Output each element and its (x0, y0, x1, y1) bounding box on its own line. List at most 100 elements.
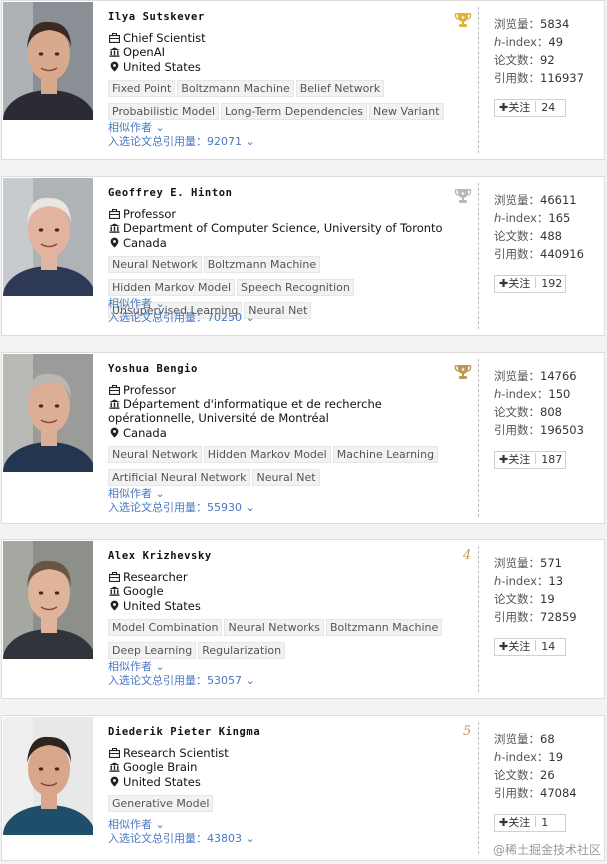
interest-tag[interactable]: Neural Net (252, 469, 320, 486)
scholar-stats: 浏览量：46611 h-index：165 论文数：488 引用数：440916 (494, 191, 584, 263)
scholar-location: United States (123, 599, 201, 613)
scholar-location-row: United States (108, 599, 201, 613)
plus-icon: ✚ (499, 101, 509, 114)
selected-citations-link[interactable]: 入选论文总引用量：70250 ⌄ (108, 309, 255, 325)
scholar-title-row: Researcher (108, 570, 188, 584)
stat-papers: 论文数：92 (494, 53, 555, 67)
plus-icon: ✚ (499, 640, 509, 653)
briefcase-icon (108, 748, 120, 760)
scholar-name[interactable]: Alex Krizhevsky (108, 550, 212, 562)
plus-icon: ✚ (499, 277, 509, 290)
svg-text:★: ★ (461, 191, 466, 197)
interest-tag[interactable]: Neural Networks (224, 619, 324, 636)
interest-tag[interactable]: Long-Term Dependencies (221, 103, 368, 120)
avatar[interactable] (3, 541, 93, 659)
scholar-card: Ilya Sutskever Chief Scientist OpenAI Un… (1, 0, 605, 160)
interest-tag[interactable]: Machine Learning (332, 446, 439, 463)
follow-button[interactable]: ✚关注 14 (494, 638, 566, 656)
scholar-card: Alex Krizhevsky Researcher Google United… (1, 539, 605, 699)
interest-tag[interactable]: Hidden Markov Model (108, 279, 236, 296)
interest-tag[interactable]: Fixed Point (108, 80, 176, 97)
scholar-name[interactable]: Diederik Pieter Kingma (108, 726, 260, 738)
scholar-name[interactable]: Yoshua Bengio (108, 363, 198, 375)
scholar-title: Professor (123, 207, 177, 221)
location-pin-icon (108, 600, 120, 613)
scholar-card: Geoffrey E. Hinton Professor Department … (1, 176, 605, 336)
plus-icon: ✚ (499, 453, 509, 466)
scholar-stats: 浏览量：571 h-index：13 论文数：19 引用数：72859 (494, 554, 577, 626)
chevron-down-icon: ⌄ (245, 135, 255, 148)
stat-citations: 引用数：440916 (494, 247, 584, 261)
follower-count: 187 (541, 453, 563, 466)
interest-tags: Model Combination Neural Networks Boltzman… (108, 616, 448, 662)
interest-tag[interactable]: Boltzmann Machine (203, 256, 321, 273)
follow-button[interactable]: ✚关注 187 (494, 451, 566, 469)
avatar[interactable] (3, 717, 93, 835)
scholar-org: OpenAI (123, 45, 165, 59)
briefcase-icon (108, 572, 120, 584)
follow-button[interactable]: ✚关注 1 (494, 814, 566, 832)
scholar-org: Département d'informatique et de recherc… (108, 397, 382, 425)
follower-count: 192 (541, 277, 563, 290)
stat-hindex: h-index：165 (494, 211, 571, 225)
stat-views: 浏览量：5834 (494, 17, 570, 31)
interest-tag[interactable]: Hidden Markov Model (203, 446, 331, 463)
gold-cup-icon: ★ (454, 11, 472, 33)
stat-views: 浏览量：46611 (494, 193, 577, 207)
interest-tag[interactable]: Deep Learning (108, 642, 197, 659)
follower-count: 14 (541, 640, 556, 653)
scholar-location: United States (123, 60, 201, 74)
stat-views: 浏览量：68 (494, 732, 555, 746)
interest-tag[interactable]: Neural Network (108, 446, 202, 463)
briefcase-icon (108, 385, 120, 397)
location-pin-icon (108, 61, 120, 74)
scholar-location-row: United States (108, 775, 201, 789)
stat-citations: 引用数：72859 (494, 610, 577, 624)
interest-tag[interactable]: Boltzmann Machine (177, 80, 294, 97)
scholar-title: Research Scientist (123, 746, 229, 760)
interest-tags: Fixed Point Boltzmann Machine Belief Netwo… (108, 77, 448, 123)
scholar-org: Google (123, 584, 164, 598)
avatar[interactable] (3, 178, 93, 296)
scholar-location-row: Canada (108, 236, 167, 250)
interest-tag[interactable]: New Variant (369, 103, 444, 120)
selected-citations-link[interactable]: 入选论文总引用量：53057 ⌄ (108, 672, 255, 688)
interest-tag[interactable]: Neural Network (108, 256, 202, 273)
interest-tag[interactable]: Model Combination (108, 619, 223, 636)
selected-citations-link[interactable]: 入选论文总引用量：55930 ⌄ (108, 499, 255, 515)
chevron-down-icon: ⌄ (245, 832, 255, 845)
scholar-title-row: Professor (108, 207, 176, 221)
scholar-card: Yoshua Bengio Professor Département d'in… (1, 352, 605, 524)
scholar-name[interactable]: Ilya Sutskever (108, 11, 205, 23)
interest-tag[interactable]: Boltzmann Machine (325, 619, 443, 636)
scholar-name[interactable]: Geoffrey E. Hinton (108, 187, 233, 199)
follower-count: 24 (541, 101, 556, 114)
follow-button[interactable]: ✚关注 192 (494, 275, 566, 293)
interest-tag[interactable]: Probabilistic Model (108, 103, 219, 120)
selected-citations-link[interactable]: 入选论文总引用量：43803 ⌄ (108, 830, 255, 846)
dashed-divider (478, 722, 479, 854)
rank-number: 5 (463, 724, 472, 739)
watermark: @稀土掘金技术社区 (492, 843, 601, 857)
avatar[interactable] (3, 354, 93, 472)
scholar-card: Diederik Pieter Kingma Research Scientis… (1, 715, 605, 861)
interest-tag[interactable]: Belief Network (295, 80, 385, 97)
svg-text:★: ★ (461, 367, 466, 373)
avatar[interactable] (3, 2, 93, 120)
interest-tag[interactable]: Speech Recognition (237, 279, 354, 296)
interest-tag[interactable]: Regularization (198, 642, 286, 659)
plus-icon: ✚ (499, 816, 509, 829)
follow-button[interactable]: ✚关注 24 (494, 99, 566, 117)
interest-tag[interactable]: Generative Model (108, 795, 214, 812)
selected-citations-value: 53057 (207, 674, 242, 687)
selected-citations-link[interactable]: 入选论文总引用量：92071 ⌄ (108, 133, 255, 149)
stat-hindex: h-index：150 (494, 387, 571, 401)
follower-count: 1 (541, 816, 549, 829)
scholar-title: Professor (123, 383, 177, 397)
interest-tag[interactable]: Artificial Neural Network (108, 469, 251, 486)
institution-icon (108, 586, 120, 599)
scholar-org-row: Google (108, 585, 458, 599)
stat-papers: 论文数：808 (494, 405, 562, 419)
stat-citations: 引用数：196503 (494, 423, 584, 437)
svg-text:★: ★ (461, 15, 466, 21)
